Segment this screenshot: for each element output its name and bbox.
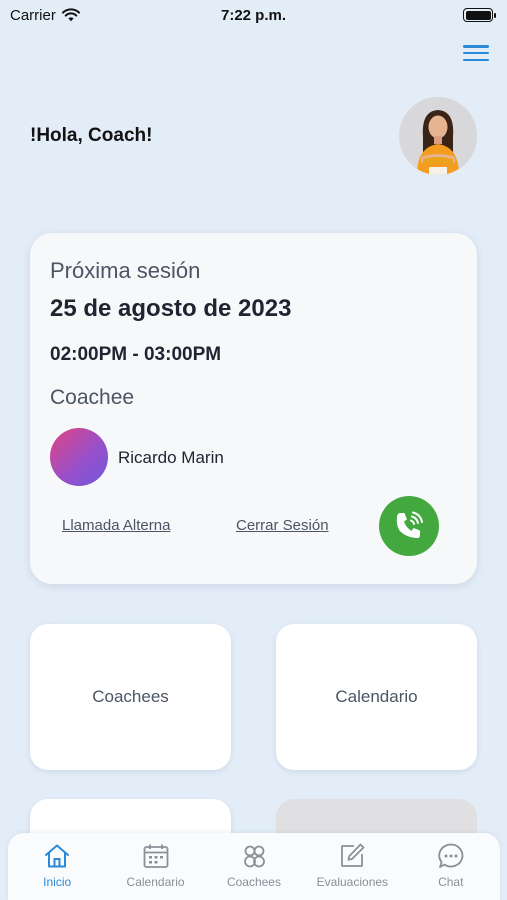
tile-coachees[interactable]: Coachees [30, 624, 231, 770]
next-session-label: Próxima sesión [50, 258, 201, 283]
tile-calendario-label: Calendario [335, 687, 418, 706]
tab-inicio-label: Inicio [43, 875, 72, 889]
home-icon [45, 844, 70, 868]
carrier-label: Carrier [10, 6, 56, 24]
edit-icon [341, 843, 365, 867]
coachee-avatar [50, 428, 108, 486]
call-button[interactable] [379, 496, 439, 556]
coachee-label: Coachee [50, 386, 135, 409]
coachee-name: Ricardo Marin [118, 448, 224, 467]
wifi-icon [61, 8, 80, 22]
tab-inicio[interactable]: Inicio [9, 841, 105, 889]
alt-call-link[interactable]: Llamada Alterna [62, 517, 170, 534]
next-session-card: Próxima sesión 25 de agosto de 2023 02:0… [30, 233, 477, 584]
tab-coachees-label: Coachees [226, 875, 281, 889]
tab-calendario-label: Calendario [126, 875, 185, 889]
status-bar: Carrier 7:22 p.m. [0, 0, 507, 30]
calendar-icon [143, 844, 168, 868]
tile-coachees-label: Coachees [92, 687, 169, 706]
tab-calendario[interactable]: Calendario [108, 841, 204, 889]
phone-icon [396, 511, 423, 538]
tab-evaluaciones-label: Evaluaciones [316, 875, 389, 889]
greeting: !Hola, Coach! [30, 125, 153, 146]
session-time: 02:00PM - 03:00PM [50, 344, 222, 365]
status-left: Carrier [10, 7, 80, 24]
close-session-link[interactable]: Cerrar Sesión [236, 517, 329, 534]
menu-icon[interactable] [463, 42, 489, 64]
tab-coachees[interactable]: Coachees [206, 841, 302, 889]
people-icon [244, 845, 265, 868]
chat-icon [438, 843, 464, 868]
tab-chat[interactable]: Chat [403, 841, 499, 889]
tab-evaluaciones[interactable]: Evaluaciones [304, 841, 400, 889]
tile-calendario[interactable]: Calendario [276, 624, 477, 770]
tab-chat-label: Chat [438, 875, 464, 889]
session-date: 25 de agosto de 2023 [50, 295, 292, 322]
battery-icon [463, 8, 496, 22]
avatar[interactable] [399, 97, 477, 175]
tab-bar: Inicio Calendario Coachees Evaluaciones [8, 833, 500, 900]
profile-photo [399, 97, 477, 175]
